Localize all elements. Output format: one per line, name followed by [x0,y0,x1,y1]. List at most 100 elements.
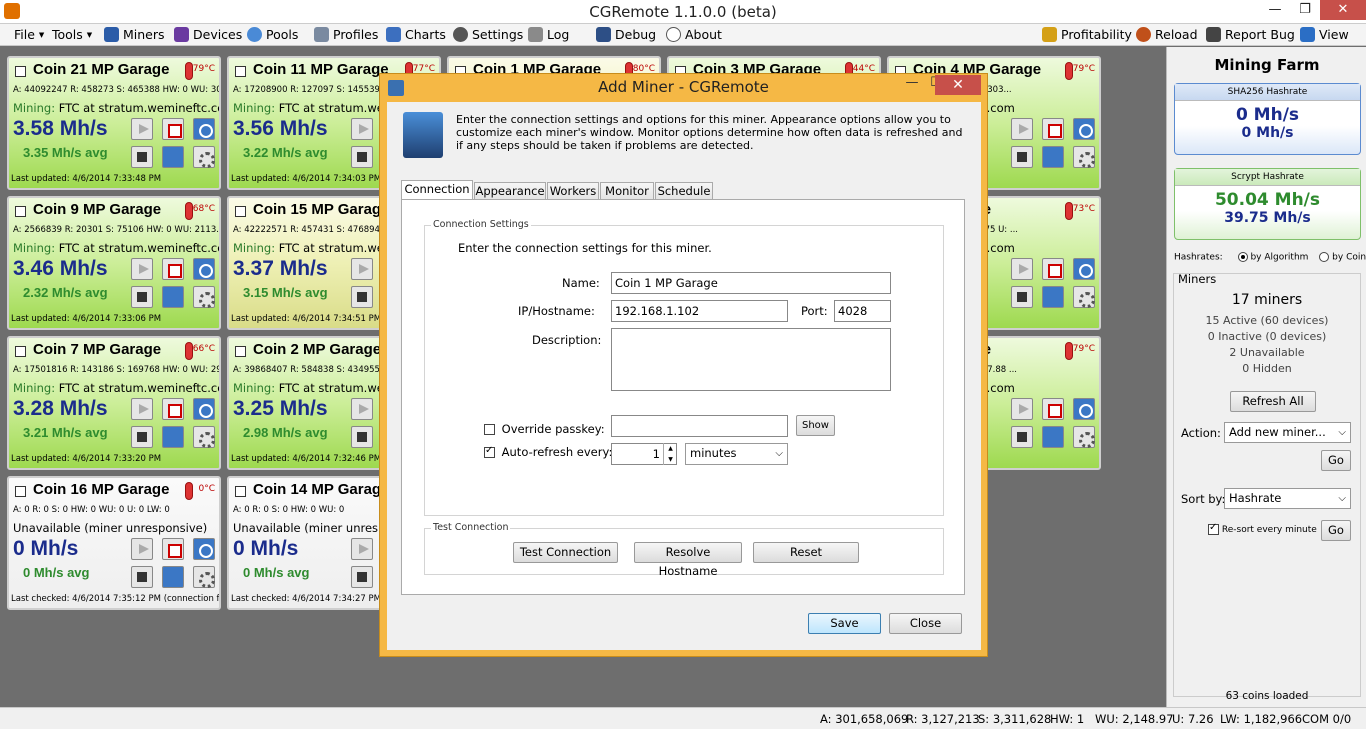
menu-reload[interactable]: Reload [1136,27,1198,42]
reset-button[interactable]: Reset [753,542,859,563]
by-algorithm-radio[interactable] [1237,252,1248,262]
show-passkey-button[interactable]: Show [796,415,835,436]
stop-miner-button[interactable] [162,258,184,280]
restart-miner-button[interactable] [1073,258,1095,280]
miner-screen-button[interactable] [131,146,153,168]
start-miner-button[interactable] [131,538,153,560]
stop-miner-button[interactable] [1042,398,1064,420]
start-miner-button[interactable] [1011,398,1033,420]
miner-select-checkbox[interactable] [15,66,26,77]
miner-settings-button[interactable] [1073,426,1095,448]
switch-pool-button[interactable] [1042,286,1064,308]
start-miner-button[interactable] [351,118,373,140]
save-button[interactable]: Save [808,613,881,634]
menu-report-bug[interactable]: Report Bug [1206,27,1295,42]
start-miner-button[interactable] [1011,258,1033,280]
miner-card[interactable]: Coin 7 MP Garage 66°C A: 17501816 R: 14318… [7,336,221,470]
stop-miner-button[interactable] [1042,258,1064,280]
menu-view[interactable]: View▼ [1300,27,1366,42]
start-miner-button[interactable] [1011,118,1033,140]
menu-about[interactable]: About [666,27,722,42]
start-miner-button[interactable] [131,118,153,140]
menu-profitability[interactable]: Profitability [1042,27,1132,42]
miner-screen-button[interactable] [351,566,373,588]
miner-select-checkbox[interactable] [235,346,246,357]
passkey-field[interactable] [611,415,788,437]
ip-field[interactable]: 192.168.1.102 [611,300,788,322]
stop-miner-button[interactable] [1042,118,1064,140]
port-field[interactable]: 4028 [834,300,891,322]
restart-miner-button[interactable] [193,398,215,420]
miner-screen-button[interactable] [351,286,373,308]
miner-screen-button[interactable] [351,426,373,448]
miner-select-checkbox[interactable] [235,206,246,217]
start-miner-button[interactable] [351,538,373,560]
stop-miner-button[interactable] [162,398,184,420]
menu-tools[interactable]: Tools ▼ [52,27,92,42]
sort-go-button[interactable]: Go [1321,520,1351,541]
miner-select-checkbox[interactable] [235,486,246,497]
miner-screen-button[interactable] [131,426,153,448]
test-connection-button[interactable]: Test Connection [513,542,618,563]
start-miner-button[interactable] [351,398,373,420]
stepper-arrows-icon[interactable]: ▲ ▼ [663,443,677,465]
menu-file[interactable]: File ▼ [14,27,44,42]
miner-screen-button[interactable] [131,566,153,588]
switch-pool-button[interactable] [1042,426,1064,448]
resort-option[interactable]: Re-sort every minute [1208,522,1317,535]
miner-settings-button[interactable] [193,286,215,308]
miner-select-checkbox[interactable] [15,346,26,357]
close-button[interactable]: ✕ [1320,0,1366,20]
menu-miners[interactable]: Miners [104,27,165,42]
start-miner-button[interactable] [351,258,373,280]
dialog-minimize-button[interactable]: — [899,75,925,95]
restart-miner-button[interactable] [1073,118,1095,140]
refresh-unit-select[interactable]: minutes ⌵ [685,443,788,465]
stop-miner-button[interactable] [162,118,184,140]
miner-select-checkbox[interactable] [235,66,246,77]
auto-refresh-checkbox[interactable] [484,445,495,458]
menu-pools[interactable]: Pools [247,27,298,42]
refresh-all-button[interactable]: Refresh All [1230,391,1316,412]
menu-log[interactable]: Log [528,27,569,42]
override-passkey-option[interactable]: Override passkey: [484,422,605,436]
close-dialog-button[interactable]: Close [889,613,962,634]
switch-pool-button[interactable] [162,566,184,588]
miner-settings-button[interactable] [193,426,215,448]
start-miner-button[interactable] [131,258,153,280]
menu-charts[interactable]: Charts [386,27,446,42]
dialog-close-icon[interactable]: ✕ [935,75,981,95]
miner-settings-button[interactable] [193,146,215,168]
resolve-hostname-button[interactable]: Resolve Hostname [634,542,742,578]
by-coin-radio[interactable] [1319,252,1330,262]
miner-card[interactable]: Coin 9 MP Garage 68°C A: 2566839 R: 20301 … [7,196,221,330]
restart-miner-button[interactable] [193,538,215,560]
miner-settings-button[interactable] [1073,146,1095,168]
miner-screen-button[interactable] [1011,286,1033,308]
miner-settings-button[interactable] [193,566,215,588]
restore-button[interactable]: ❐ [1290,0,1320,20]
miner-settings-button[interactable] [1073,286,1095,308]
menu-debug[interactable]: Debug [596,27,656,42]
minimize-button[interactable]: — [1260,0,1290,20]
start-miner-button[interactable] [131,398,153,420]
description-field[interactable] [611,328,891,391]
miner-screen-button[interactable] [1011,146,1033,168]
sort-select[interactable]: Hashrate ⌵ [1224,488,1351,509]
stop-miner-button[interactable] [162,538,184,560]
miner-screen-button[interactable] [131,286,153,308]
restart-miner-button[interactable] [193,118,215,140]
action-select[interactable]: Add new miner... ⌵ [1224,422,1351,443]
miner-screen-button[interactable] [1011,426,1033,448]
switch-pool-button[interactable] [162,426,184,448]
miner-select-checkbox[interactable] [15,486,26,497]
miner-select-checkbox[interactable] [15,206,26,217]
miner-card[interactable]: Coin 16 MP Garage 0°C A: 0 R: 0 S: 0 HW: 0… [7,476,221,610]
menu-devices[interactable]: Devices [174,27,242,42]
auto-refresh-option[interactable]: Auto-refresh every: [484,445,612,459]
restart-miner-button[interactable] [1073,398,1095,420]
switch-pool-button[interactable] [1042,146,1064,168]
menu-profiles[interactable]: Profiles [314,27,378,42]
override-passkey-checkbox[interactable] [484,424,495,435]
switch-pool-button[interactable] [162,146,184,168]
